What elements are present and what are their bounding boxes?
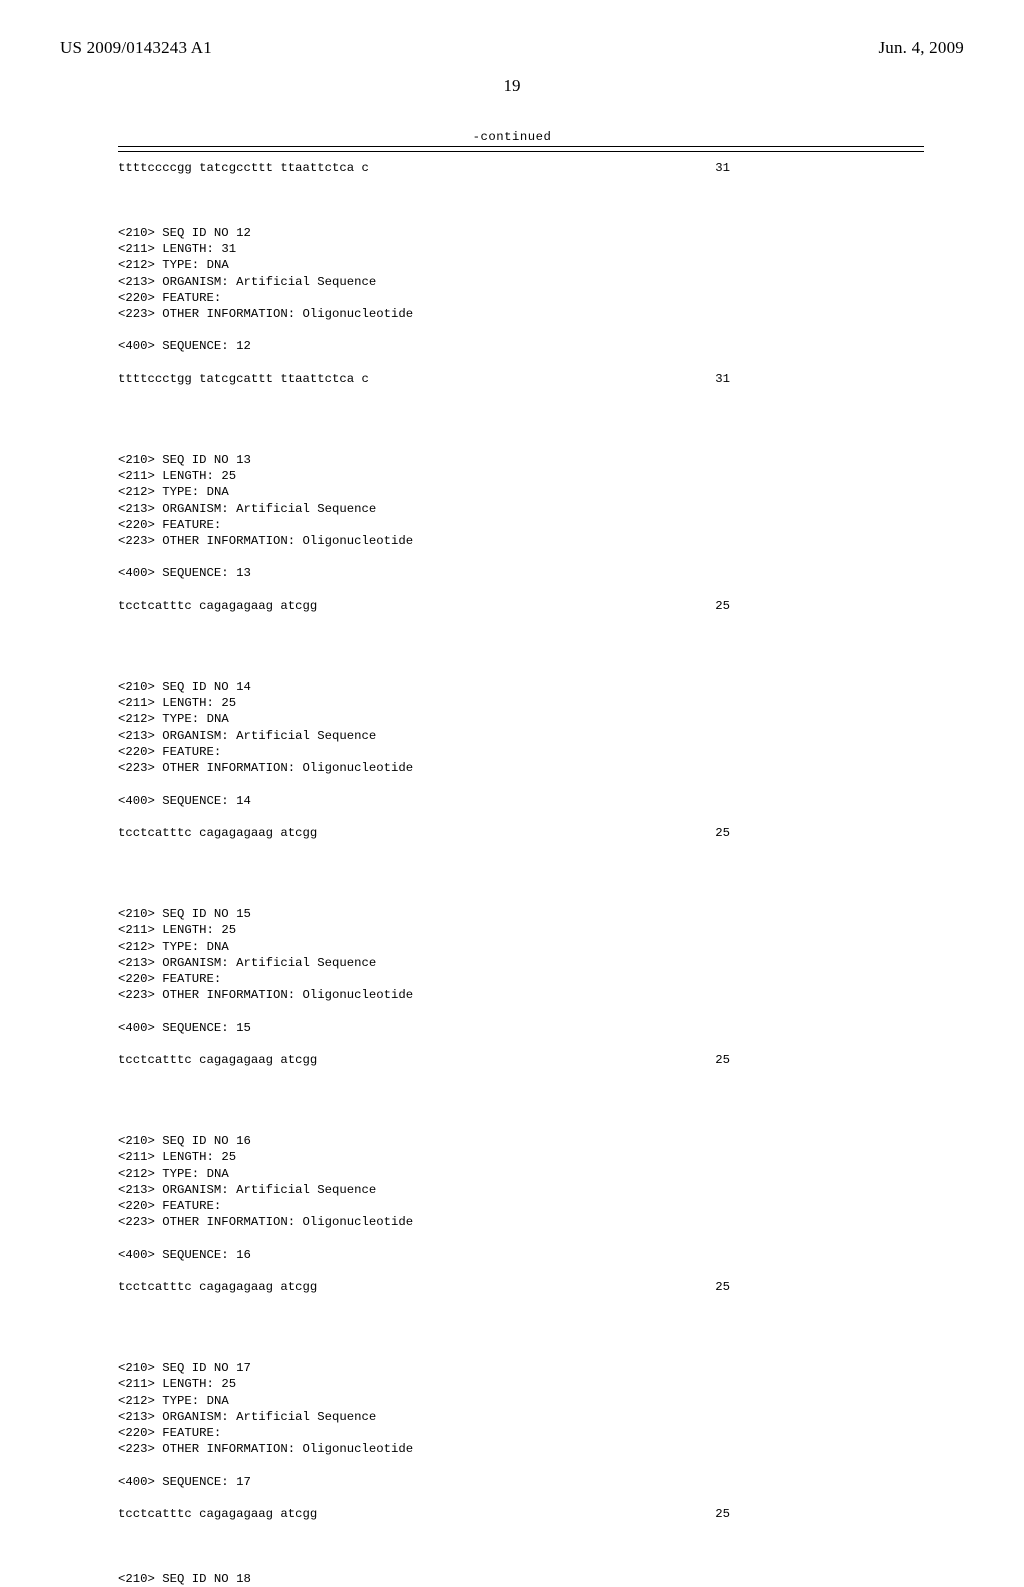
- sequence-text: tcctcatttc cagagagaag atcgg: [118, 598, 317, 614]
- seq-entry-17: <210> SEQ ID NO 17 <211> LENGTH: 25 <212…: [118, 1344, 924, 1522]
- organism-line: <213> ORGANISM: Artificial Sequence: [118, 729, 376, 743]
- organism-line: <213> ORGANISM: Artificial Sequence: [118, 1410, 376, 1424]
- type-line: <212> TYPE: DNA: [118, 940, 229, 954]
- seq-id-line: <210> SEQ ID NO 15: [118, 907, 251, 921]
- organism-line: <213> ORGANISM: Artificial Sequence: [118, 956, 376, 970]
- other-info-line: <223> OTHER INFORMATION: Oligonucleotide: [118, 988, 413, 1002]
- feature-line: <220> FEATURE:: [118, 1426, 221, 1440]
- feature-line: <220> FEATURE:: [118, 1199, 221, 1213]
- organism-line: <213> ORGANISM: Artificial Sequence: [118, 502, 376, 516]
- sequence-text: ttttccccgg tatcgccttt ttaattctca c: [118, 160, 369, 176]
- seq-id-line: <210> SEQ ID NO 16: [118, 1134, 251, 1148]
- page-number: 19: [60, 76, 964, 96]
- publication-date: Jun. 4, 2009: [878, 38, 964, 58]
- length-line: <211> LENGTH: 31: [118, 242, 236, 256]
- sequence-line: tcctcatttc cagagagaag atcgg 25: [118, 1052, 730, 1068]
- seq-entry-12: <210> SEQ ID NO 12 <211> LENGTH: 31 <212…: [118, 209, 924, 387]
- seq-id-line: <210> SEQ ID NO 12: [118, 226, 251, 240]
- sequence-line: tcctcatttc cagagagaag atcgg 25: [118, 1279, 730, 1295]
- sequence-line: tcctcatttc cagagagaag atcgg 25: [118, 1506, 730, 1522]
- sequence-length-value: 25: [715, 1279, 730, 1295]
- type-line: <212> TYPE: DNA: [118, 258, 229, 272]
- rule-bottom: [118, 151, 924, 152]
- other-info-line: <223> OTHER INFORMATION: Oligonucleotide: [118, 307, 413, 321]
- other-info-line: <223> OTHER INFORMATION: Oligonucleotide: [118, 534, 413, 548]
- seq-id-line: <210> SEQ ID NO 17: [118, 1361, 251, 1375]
- sequence-length-value: 25: [715, 598, 730, 614]
- sequence-length-value: 25: [715, 825, 730, 841]
- organism-line: <213> ORGANISM: Artificial Sequence: [118, 275, 376, 289]
- seq-id-line: <210> SEQ ID NO 13: [118, 453, 251, 467]
- sequence-length-value: 31: [715, 371, 730, 387]
- page-header: US 2009/0143243 A1 Jun. 4, 2009: [60, 38, 964, 58]
- sequence-label-line: <400> SEQUENCE: 14: [118, 794, 251, 808]
- sequence-label-line: <400> SEQUENCE: 16: [118, 1248, 251, 1262]
- sequence-length-value: 31: [715, 160, 730, 176]
- seq-entry-13: <210> SEQ ID NO 13 <211> LENGTH: 25 <212…: [118, 436, 924, 614]
- seq-entry-15: <210> SEQ ID NO 15 <211> LENGTH: 25 <212…: [118, 890, 924, 1068]
- sequence-line: ttttccctgg tatcgcattt ttaattctca c 31: [118, 371, 730, 387]
- sequence-text: tcctcatttc cagagagaag atcgg: [118, 1052, 317, 1068]
- feature-line: <220> FEATURE:: [118, 745, 221, 759]
- length-line: <211> LENGTH: 25: [118, 696, 236, 710]
- seq-entry-16: <210> SEQ ID NO 16 <211> LENGTH: 25 <212…: [118, 1117, 924, 1295]
- other-info-line: <223> OTHER INFORMATION: Oligonucleotide: [118, 1442, 413, 1456]
- rule-top: [118, 146, 924, 147]
- organism-line: <213> ORGANISM: Artificial Sequence: [118, 1183, 376, 1197]
- other-info-line: <223> OTHER INFORMATION: Oligonucleotide: [118, 761, 413, 775]
- sequence-label-line: <400> SEQUENCE: 12: [118, 339, 251, 353]
- sequence-listing: ttttccccgg tatcgccttt ttaattctca c 31 <21…: [118, 160, 924, 1587]
- sequence-text: tcctcatttc cagagagaag atcgg: [118, 825, 317, 841]
- sequence-line: tcctcatttc cagagagaag atcgg 25: [118, 598, 730, 614]
- type-line: <212> TYPE: DNA: [118, 712, 229, 726]
- type-line: <212> TYPE: DNA: [118, 1167, 229, 1181]
- sequence-line: tcctcatttc cagagagaag atcgg 25: [118, 825, 730, 841]
- other-info-line: <223> OTHER INFORMATION: Oligonucleotide: [118, 1215, 413, 1229]
- sequence-label-line: <400> SEQUENCE: 15: [118, 1021, 251, 1035]
- length-line: <211> LENGTH: 25: [118, 1377, 236, 1391]
- sequence-text: tcctcatttc cagagagaag atcgg: [118, 1279, 317, 1295]
- next-seq-id-line: <210> SEQ ID NO 18: [118, 1572, 251, 1586]
- sequence-label-line: <400> SEQUENCE: 13: [118, 566, 251, 580]
- sequence-text: ttttccctgg tatcgcattt ttaattctca c: [118, 371, 369, 387]
- length-line: <211> LENGTH: 25: [118, 1150, 236, 1164]
- seq-id-line: <210> SEQ ID NO 14: [118, 680, 251, 694]
- feature-line: <220> FEATURE:: [118, 972, 221, 986]
- length-line: <211> LENGTH: 25: [118, 469, 236, 483]
- sequence-text: tcctcatttc cagagagaag atcgg: [118, 1506, 317, 1522]
- publication-number: US 2009/0143243 A1: [60, 38, 212, 58]
- type-line: <212> TYPE: DNA: [118, 485, 229, 499]
- prev-sequence-line: ttttccccgg tatcgccttt ttaattctca c 31: [118, 160, 730, 176]
- seq-entry-14: <210> SEQ ID NO 14 <211> LENGTH: 25 <212…: [118, 663, 924, 841]
- type-line: <212> TYPE: DNA: [118, 1394, 229, 1408]
- length-line: <211> LENGTH: 25: [118, 923, 236, 937]
- continued-label: -continued: [60, 130, 964, 144]
- sequence-label-line: <400> SEQUENCE: 17: [118, 1475, 251, 1489]
- sequence-length-value: 25: [715, 1052, 730, 1068]
- sequence-length-value: 25: [715, 1506, 730, 1522]
- feature-line: <220> FEATURE:: [118, 518, 221, 532]
- feature-line: <220> FEATURE:: [118, 291, 221, 305]
